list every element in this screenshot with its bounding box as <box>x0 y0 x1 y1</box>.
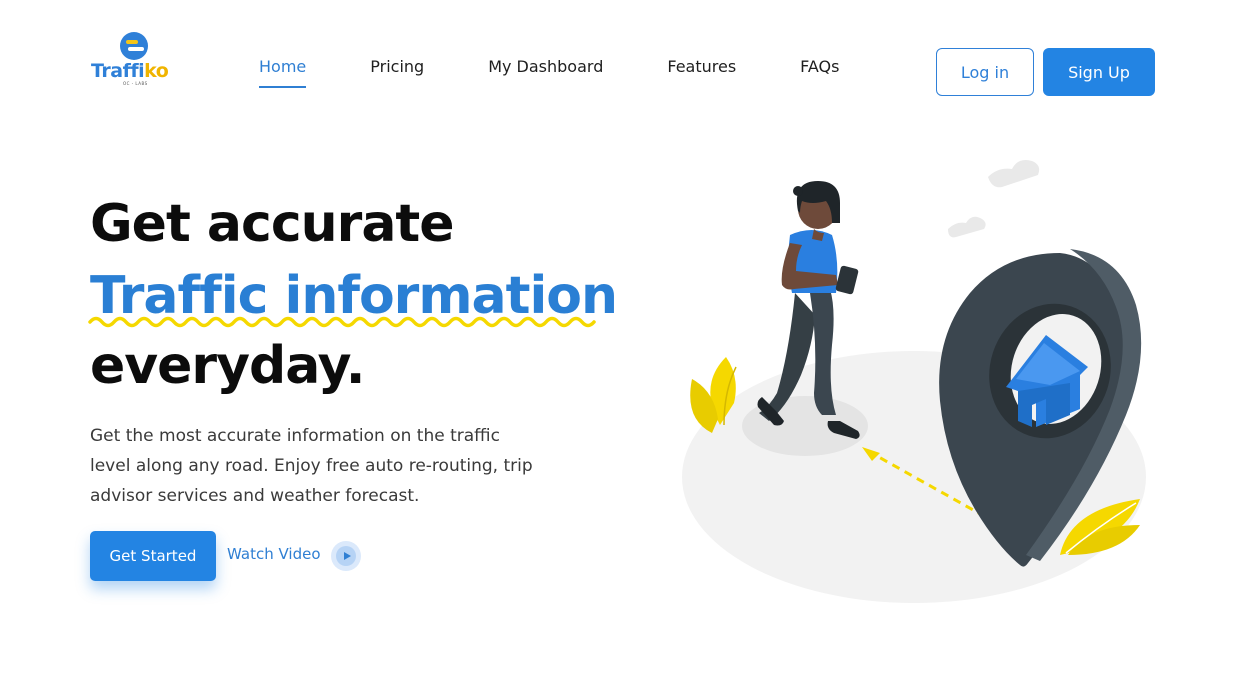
signup-button[interactable]: Sign Up <box>1043 48 1155 96</box>
hero-description-line: level along any road. Enjoy free auto re… <box>90 456 533 476</box>
squiggle-underline <box>88 316 596 328</box>
cloud-icon <box>988 160 1040 188</box>
cloud-icon <box>948 216 986 238</box>
hero-heading-line-1: Get accurate <box>90 194 455 254</box>
main-nav: Home Pricing My Dashboard Features FAQs <box>259 57 903 88</box>
brand-subtitle: OC - LABS <box>123 81 148 86</box>
logo-icon <box>120 32 148 60</box>
nav-item-features[interactable]: Features <box>667 57 736 76</box>
login-button[interactable]: Log in <box>936 48 1034 96</box>
watch-video-link[interactable]: Watch Video <box>227 545 321 563</box>
play-video-button[interactable] <box>331 541 361 571</box>
nav-item-pricing[interactable]: Pricing <box>370 57 424 76</box>
play-icon <box>336 546 356 566</box>
brand-name: Traffiko <box>91 60 169 82</box>
hero-description-line: advisor services and weather forecast. <box>90 486 420 506</box>
nav-item-faqs[interactable]: FAQs <box>800 57 839 76</box>
nav-item-home[interactable]: Home <box>259 57 307 88</box>
hero-illustration <box>682 160 1146 603</box>
hero-description: Get the most accurate information on the… <box>90 421 550 511</box>
brand-logo[interactable]: Traffiko OC - LABS <box>90 30 182 88</box>
get-started-button[interactable]: Get Started <box>90 531 216 581</box>
hero-heading-line-3: everyday. <box>90 336 366 396</box>
nav-item-my-dashboard[interactable]: My Dashboard <box>488 57 603 76</box>
hero-description-line: Get the most accurate information on the… <box>90 426 500 446</box>
